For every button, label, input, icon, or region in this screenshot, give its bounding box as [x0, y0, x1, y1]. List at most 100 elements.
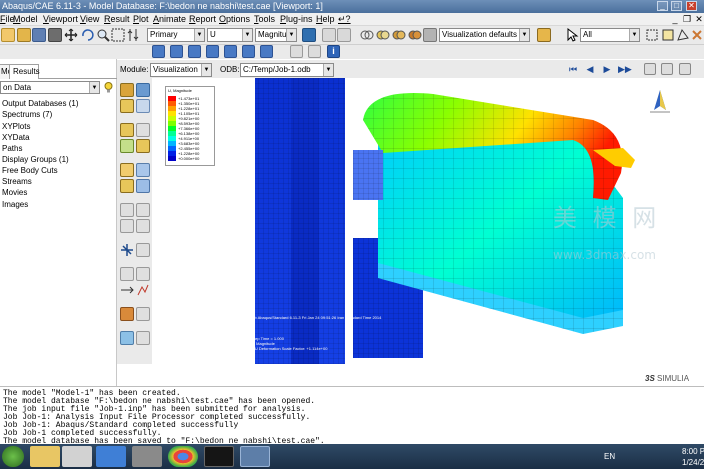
app-icon[interactable]	[132, 446, 162, 467]
menu-viewport[interactable]: Viewport	[43, 14, 78, 24]
color-code-icon[interactable]	[537, 28, 551, 42]
contour-options-icon[interactable]	[120, 179, 134, 193]
menu-tools[interactable]: Tools	[254, 14, 275, 24]
view-top-icon[interactable]	[242, 45, 255, 58]
selection-filter-select[interactable]: All ▼	[580, 28, 640, 42]
free-body-cut-icon[interactable]	[120, 307, 134, 321]
internet-explorer-icon[interactable]	[96, 446, 126, 467]
tree-item-paths[interactable]: Paths	[2, 144, 22, 153]
menu-model[interactable]: Model	[13, 14, 38, 24]
maximize-button[interactable]: □	[671, 1, 682, 11]
clock-date[interactable]: 1/24/2	[682, 458, 704, 467]
superimpose-options-icon[interactable]	[136, 163, 150, 177]
create-path-icon[interactable]	[120, 219, 134, 233]
view-left-icon[interactable]	[206, 45, 219, 58]
select-exterior-icon[interactable]	[661, 28, 675, 42]
explorer-icon[interactable]	[30, 446, 60, 467]
pan-icon[interactable]	[64, 28, 78, 42]
tree-item-xydata[interactable]: XYData	[2, 133, 30, 142]
symbol-options-icon[interactable]	[136, 179, 150, 193]
xy-data-manager-icon[interactable]	[136, 203, 150, 217]
open-folder-icon[interactable]	[17, 28, 31, 42]
stream-icon[interactable]	[120, 243, 134, 257]
message-area[interactable]: The model "Model-1" has been created. The…	[0, 386, 704, 446]
viewport-minimize-button[interactable]: _	[670, 14, 680, 24]
next-frame-icon[interactable]: ▶▶	[618, 63, 632, 75]
view-back-icon[interactable]	[170, 45, 183, 58]
viewport[interactable]: U, Magnitude +1.473e+01 +1.350e+01 +1.228e…	[153, 78, 704, 364]
common-options-icon[interactable]	[120, 163, 134, 177]
view-cut-icon[interactable]	[120, 283, 134, 297]
view-front-icon[interactable]	[152, 45, 165, 58]
plot-deformed-icon[interactable]	[136, 83, 150, 97]
tree-item-spectrums[interactable]: Spectrums (7)	[2, 110, 52, 119]
menu-report[interactable]: Report	[189, 14, 216, 24]
hidden-line-icon[interactable]	[392, 28, 406, 42]
tree-item-output-databases[interactable]: Output Databases (1)	[2, 99, 78, 108]
view-right-icon[interactable]	[224, 45, 237, 58]
animation-options-icon[interactable]	[644, 63, 656, 75]
query-info-icon[interactable]: i	[327, 45, 340, 58]
tree-item-free-body-cuts[interactable]: Free Body Cuts	[2, 166, 58, 175]
camera-icon[interactable]	[679, 63, 691, 75]
view-bottom-icon[interactable]	[260, 45, 273, 58]
tree-item-streams[interactable]: Streams	[2, 177, 32, 186]
new-file-icon[interactable]	[1, 28, 15, 42]
view-iso-icon[interactable]	[188, 45, 201, 58]
view-cut-manager-icon[interactable]	[136, 283, 150, 297]
stream-manager-icon[interactable]	[136, 243, 150, 257]
plot-symbols-icon[interactable]	[136, 99, 150, 113]
media-icon[interactable]	[62, 446, 92, 467]
free-body-manager-icon[interactable]	[136, 307, 150, 321]
tree-item-xyplots[interactable]: XYPlots	[2, 122, 30, 131]
overlay-plot-icon[interactable]	[120, 331, 134, 345]
viewport-close-button[interactable]: ✕	[694, 14, 704, 24]
context-help-button[interactable]: ↵?	[338, 14, 351, 25]
plot-undeformed-icon[interactable]	[120, 83, 134, 97]
replace-selected-icon[interactable]	[308, 45, 321, 58]
tab-results[interactable]: Results	[9, 64, 40, 79]
viewport-restore-button[interactable]: ❐	[682, 14, 692, 24]
command-prompt-icon[interactable]	[204, 446, 234, 467]
menu-options[interactable]: Options	[219, 14, 250, 24]
odb-select[interactable]: C:/Temp/Job-1.odb ▼	[240, 63, 334, 77]
abaqus-task-icon[interactable]	[240, 446, 270, 467]
tree-item-display-groups[interactable]: Display Groups (1)	[2, 155, 69, 164]
save-icon[interactable]	[32, 28, 46, 42]
report-manager-icon[interactable]	[136, 267, 150, 281]
box-zoom-icon[interactable]	[111, 28, 125, 42]
field-output-variable-select[interactable]: U ▼	[207, 28, 253, 42]
module-select[interactable]: Visualization ▼	[150, 63, 212, 77]
create-xy-data-icon[interactable]	[120, 203, 134, 217]
create-report-icon[interactable]	[120, 267, 134, 281]
fit-view-icon[interactable]	[126, 28, 140, 42]
path-manager-icon[interactable]	[136, 219, 150, 233]
frame-selector-icon[interactable]	[661, 63, 673, 75]
select-from-interior-icon[interactable]	[645, 28, 659, 42]
close-button[interactable]: ✕	[686, 1, 697, 11]
drag-shape-icon[interactable]	[676, 28, 690, 42]
minimize-button[interactable]: _	[657, 1, 668, 11]
zoom-icon[interactable]	[96, 28, 110, 42]
render-style-icon[interactable]	[360, 28, 374, 42]
start-button-icon[interactable]	[2, 446, 24, 467]
menu-result[interactable]: Result	[104, 14, 130, 24]
menu-plugins[interactable]: Plug-ins	[280, 14, 313, 24]
display-options-icon[interactable]	[322, 28, 336, 42]
invariant-select[interactable]: Magnitude ▼	[255, 28, 297, 42]
compass-icon[interactable]	[648, 88, 672, 118]
shaded-icon[interactable]	[408, 28, 422, 42]
menu-animate[interactable]: Animate	[153, 14, 186, 24]
chrome-icon[interactable]	[168, 446, 198, 467]
more-tools-icon[interactable]	[690, 28, 704, 42]
lightbulb-icon[interactable]	[102, 81, 115, 94]
wireframe-icon[interactable]	[376, 28, 390, 42]
field-output-step-select[interactable]: Primary ▼	[147, 28, 205, 42]
menu-view[interactable]: View	[80, 14, 99, 24]
display-group-icon[interactable]	[290, 45, 303, 58]
allow-multiple-plot-states-icon[interactable]	[136, 123, 150, 137]
print-icon[interactable]	[48, 28, 62, 42]
select-cursor-icon[interactable]	[565, 27, 579, 42]
menu-help[interactable]: Help	[316, 14, 335, 24]
sync-icon[interactable]	[302, 28, 316, 42]
